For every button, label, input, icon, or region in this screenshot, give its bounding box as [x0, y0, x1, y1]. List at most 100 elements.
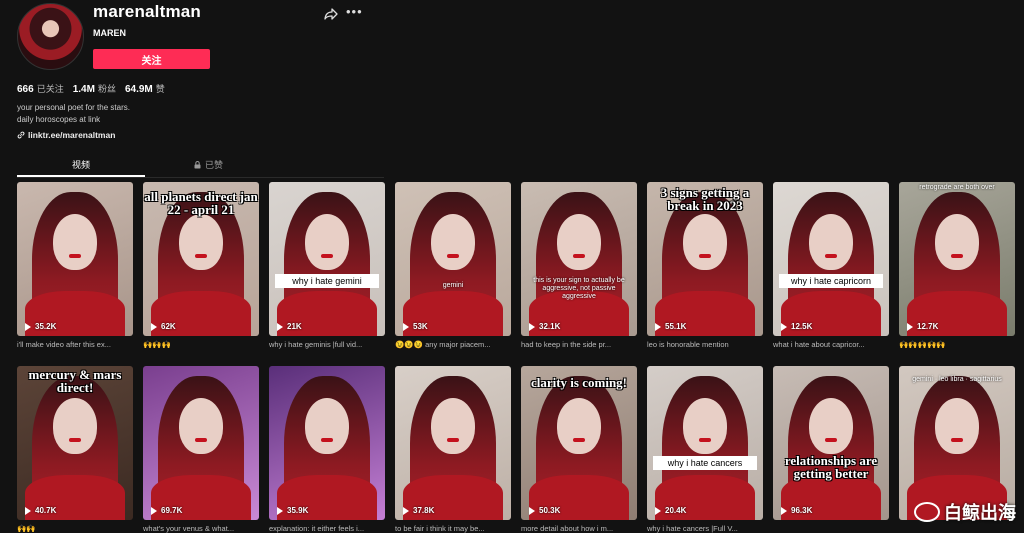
tab-videos[interactable]: 视频 — [17, 158, 145, 171]
view-count-text: 53K — [413, 322, 428, 331]
thumbnail-lips — [699, 254, 711, 258]
play-icon — [277, 322, 283, 331]
thumbnail-face — [305, 214, 349, 270]
thumbnail-lips — [321, 438, 333, 442]
video-overlay-text: mercury & mars direct! — [28, 367, 122, 395]
bio-line: your personal poet for the stars. — [17, 103, 130, 112]
video-card[interactable]: relationships are getting better 96.3K — [773, 366, 889, 520]
thumbnail-face — [809, 214, 853, 270]
thumbnail-lips — [447, 438, 459, 442]
video-card[interactable]: why i hate capricorn 12.5K what i hate abo… — [773, 182, 889, 349]
thumbnail-face — [179, 214, 223, 270]
video-card[interactable]: 37.8K to be fair i think it may be... — [395, 366, 511, 533]
video-card[interactable]: clarity is coming! 50.3K more detail about… — [521, 366, 637, 533]
tab-liked[interactable]: 已赞 — [194, 158, 223, 171]
video-overlay-text: gemini — [442, 282, 464, 289]
view-count: 50.3K — [529, 506, 560, 515]
video-thumbnail[interactable]: 37.8K — [395, 366, 511, 520]
video-thumbnail[interactable]: clarity is coming! 50.3K — [521, 366, 637, 520]
thumbnail-lips — [195, 438, 207, 442]
play-icon — [529, 322, 535, 331]
video-thumbnail[interactable]: mercury & mars direct! 40.7K — [17, 366, 133, 520]
play-icon — [277, 506, 283, 515]
play-icon — [151, 506, 157, 515]
video-card[interactable]: 69.7K what's your venus & what... — [143, 366, 259, 533]
video-thumbnail[interactable]: 3 signs getting a break in 2023 55.1K — [647, 182, 763, 336]
video-card[interactable]: 35.9K explanation: it either feels i... — [269, 366, 385, 533]
video-card[interactable]: 35.2K i'll make video after this ex... — [17, 182, 133, 349]
play-icon — [655, 506, 661, 515]
lock-icon — [194, 160, 201, 168]
following-label: 已关注 — [36, 84, 64, 94]
video-thumbnail[interactable]: gemini · leo libra · sagittarius — [899, 366, 1015, 520]
view-count: 21K — [277, 322, 302, 331]
video-caption[interactable]: what i hate about capricor... — [773, 340, 889, 349]
view-count: 20.4K — [655, 506, 686, 515]
profile-username: marenaltman — [93, 2, 202, 21]
play-icon — [529, 506, 535, 515]
video-overlay-text: 3 signs getting a break in 2023 — [660, 185, 750, 213]
video-card[interactable]: mercury & mars direct! 40.7K 🙌🙌 — [17, 366, 133, 533]
video-card[interactable]: why i hate cancers 20.4K why i hate cancer… — [647, 366, 763, 533]
followers-stat[interactable]: 1.4M 粉丝 — [73, 82, 116, 95]
profile-link[interactable]: linktr.ee/marenaltman — [17, 130, 115, 140]
video-caption[interactable]: why i hate cancers |Full V... — [647, 524, 763, 533]
video-caption[interactable]: had to keep in the side pr... — [521, 340, 637, 349]
following-stat[interactable]: 666 已关注 — [17, 82, 64, 95]
video-thumbnail[interactable]: all planets direct jan 22 - april 21 62K — [143, 182, 259, 336]
thumbnail-lips — [573, 438, 585, 442]
play-icon — [781, 322, 787, 331]
video-caption[interactable]: leo is honorable mention — [647, 340, 763, 349]
more-icon[interactable]: ••• — [346, 4, 363, 19]
thumbnail-lips — [699, 438, 711, 442]
play-icon — [25, 322, 31, 331]
view-count-text: 12.5K — [791, 322, 813, 331]
video-overlay-text: all planets direct jan 22 - april 21 — [144, 189, 258, 217]
video-thumbnail[interactable]: why i hate capricorn 12.5K — [773, 182, 889, 336]
video-caption[interactable]: i'll make video after this ex... — [17, 340, 133, 349]
thumbnail-face — [809, 398, 853, 454]
avatar[interactable] — [17, 3, 84, 70]
video-caption[interactable]: 😉😉😉 any major piacem... — [395, 340, 511, 349]
video-thumbnail[interactable]: gemini 53K — [395, 182, 511, 336]
video-caption[interactable]: to be fair i think it may be... — [395, 524, 511, 533]
video-card[interactable]: this is your sign to actually be aggress… — [521, 182, 637, 349]
follow-button[interactable]: 关注 — [93, 49, 210, 69]
video-thumbnail[interactable]: this is your sign to actually be aggress… — [521, 182, 637, 336]
video-caption[interactable]: more detail about how i m... — [521, 524, 637, 533]
view-count-text: 69.7K — [161, 506, 183, 515]
video-card[interactable]: gemini · leo libra · sagittarius — [899, 366, 1015, 520]
profile-tabs: 视频 已赞 — [17, 152, 384, 178]
video-thumbnail[interactable]: why i hate cancers 20.4K — [647, 366, 763, 520]
view-count-text: 35.2K — [35, 322, 57, 331]
video-card[interactable]: gemini 53K 😉😉😉 any major piacem... — [395, 182, 511, 349]
watermark-text: 白鲸出海 — [944, 503, 1016, 523]
video-card[interactable]: why i hate gemini 21K why i hate geminis |… — [269, 182, 385, 349]
video-thumbnail[interactable]: 35.9K — [269, 366, 385, 520]
play-icon — [781, 506, 787, 515]
video-thumbnail[interactable]: retrograde are both over 12.7K — [899, 182, 1015, 336]
play-icon — [151, 322, 157, 331]
video-caption[interactable]: 🙌🙌🙌🙌🙌 — [899, 340, 1015, 349]
video-thumbnail[interactable]: why i hate gemini 21K — [269, 182, 385, 336]
video-card[interactable]: 3 signs getting a break in 2023 55.1K leo … — [647, 182, 763, 349]
likes-stat: 64.9M 赞 — [125, 82, 165, 95]
video-thumbnail[interactable]: relationships are getting better 96.3K — [773, 366, 889, 520]
video-overlay-text: gemini · leo libra · sagittarius — [912, 376, 1002, 383]
video-caption[interactable]: 🙌🙌🙌 — [143, 340, 259, 349]
video-thumbnail[interactable]: 69.7K — [143, 366, 259, 520]
video-caption[interactable]: what's your venus & what... — [143, 524, 259, 533]
video-caption[interactable]: 🙌🙌 — [17, 524, 133, 533]
view-count: 35.2K — [25, 322, 56, 331]
view-count: 12.7K — [907, 322, 938, 331]
video-card[interactable]: all planets direct jan 22 - april 21 62K 🙌… — [143, 182, 259, 349]
thumbnail-face — [431, 214, 475, 270]
view-count: 32.1K — [529, 322, 560, 331]
video-caption[interactable]: why i hate geminis |full vid... — [269, 340, 385, 349]
video-thumbnail[interactable]: 35.2K — [17, 182, 133, 336]
video-caption[interactable]: explanation: it either feels i... — [269, 524, 385, 533]
thumbnail-face — [557, 398, 601, 454]
share-icon[interactable] — [324, 7, 338, 21]
play-icon — [907, 322, 913, 331]
video-card[interactable]: retrograde are both over 12.7K 🙌🙌🙌🙌🙌 — [899, 182, 1015, 349]
